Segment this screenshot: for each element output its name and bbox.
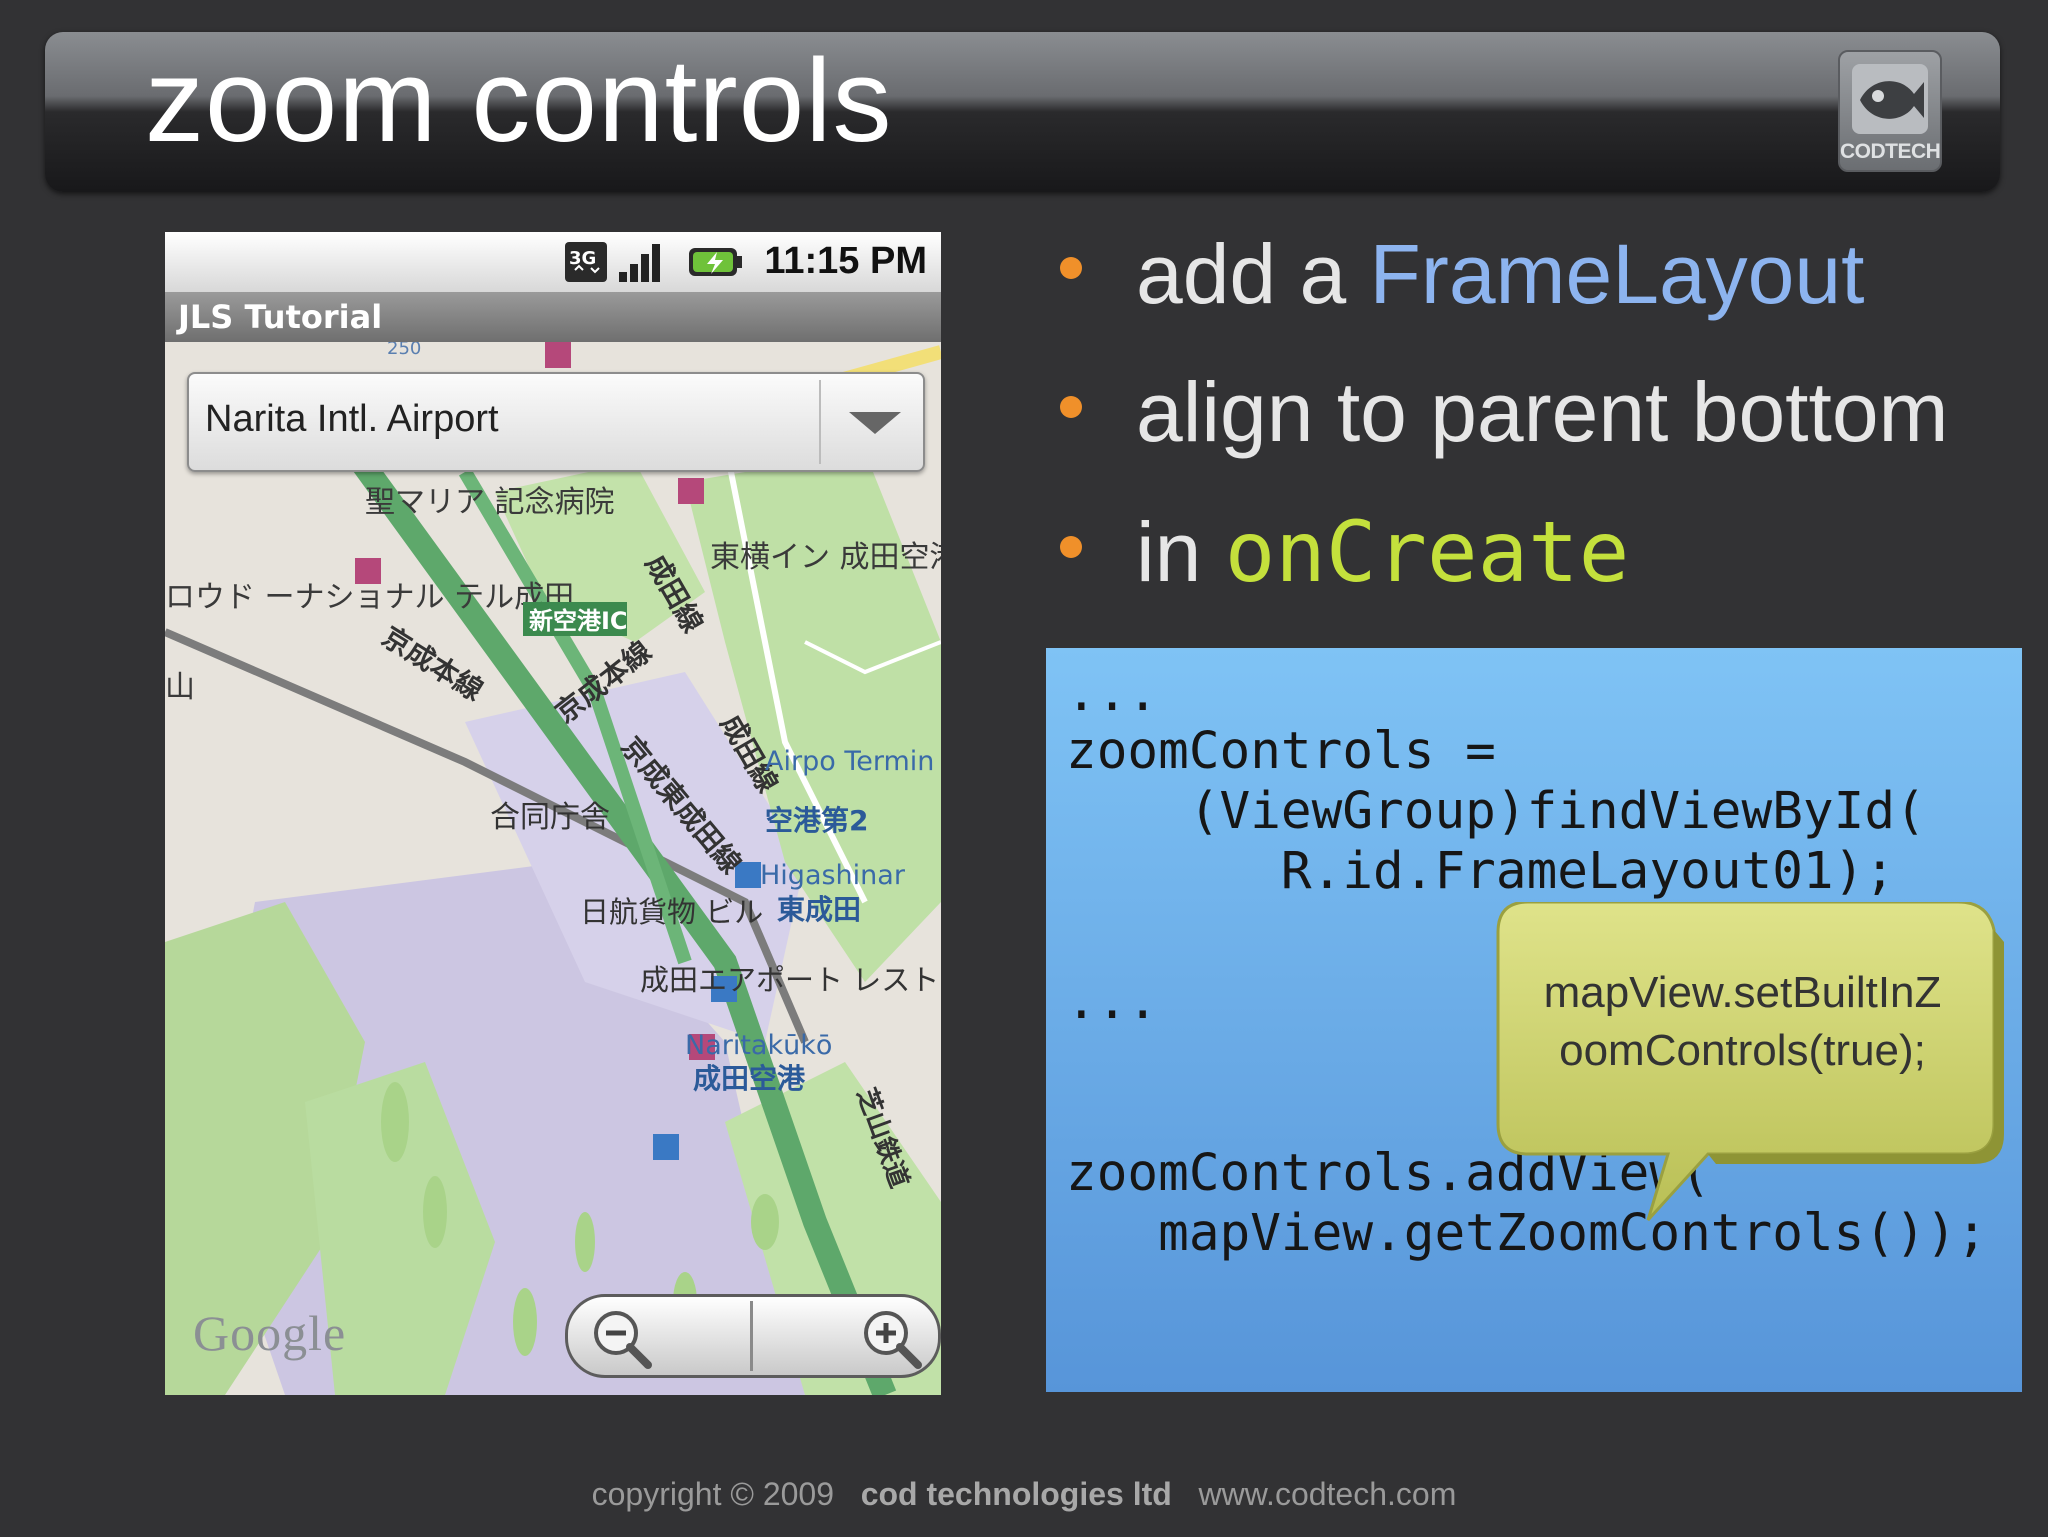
slide-title: zoom controls [145,35,893,167]
bullet-item-3: in onCreate [1136,503,1630,601]
label-naritakuko-jp: 成田空港 [693,1062,806,1095]
footer-url[interactable]: www.codtech.com [1198,1476,1456,1512]
label-naritakuko-en: Naritakūkō [685,1030,832,1061]
bullet-dot [1060,396,1082,418]
zoom-in-icon[interactable] [858,1305,924,1371]
label-crowne: ロウド ーナショナル テル成田 [165,580,574,615]
bullet-item-2: align to parent bottom [1136,365,1949,459]
title-bar: zoom controls CODTECH [45,32,2000,192]
bullet-item-1: add a FrameLayout [1136,227,1865,321]
code-line: (ViewGroup)findViewById( [1066,782,1926,841]
status-bar: 3G 11:15 PM [165,232,941,292]
fish-logo-icon [1852,64,1928,134]
label-higashinarita-en: Higashinar [760,860,906,891]
map-view[interactable]: 聖マリア 記念病院 東横イン 成田空港 ロウド ーナショナル テル成田 山 新空… [165,342,941,1395]
bullet-dot [1060,536,1082,558]
code-line: zoomControls = [1066,722,1496,781]
svg-text:3G: 3G [569,248,596,269]
label-gov-office: 合同庁舎 [490,800,610,835]
footer: copyright © 2009 cod technologies ltd ww… [0,1476,2048,1513]
label-terminal-en: Airpo Termin [765,746,934,777]
zoom-controls [565,1294,941,1378]
app-title: JLS Tutorial [178,298,383,336]
label-hotel: 東横イン 成田空港 [710,540,941,575]
label-mountain: 山 [165,670,195,705]
footer-copyright: copyright © 2009 [591,1476,835,1512]
label-hospital: 聖マリア 記念病院 [365,485,615,520]
status-time: 11:15 PM [764,240,927,282]
framelayout-keyword: FrameLayout [1369,227,1865,321]
app-title-bar: JLS Tutorial [165,292,941,342]
label-jal-cargo: 日航貨物 ビル [580,895,763,929]
label-higashinarita-jp: 東成田 [777,893,861,926]
label-ic: 新空港IC [529,607,628,635]
label-restaurant: 成田エアポート レストハウス [640,963,941,997]
phone-screenshot: 聖マリア 記念病院 東横イン 成田空港 ロウド ーナショナル テル成田 山 新空… [165,232,941,1395]
3g-data-icon: 3G [565,242,607,282]
battery-charging-icon [689,248,742,276]
footer-company: cod technologies ltd [860,1476,1172,1512]
codtech-logo: CODTECH [1838,50,1942,172]
logo-text: CODTECH [1840,140,1941,163]
bullet-dot [1060,257,1082,279]
code-line: R.id.FrameLayout01); [1066,842,1896,901]
zoom-divider [750,1301,753,1371]
zoom-out-icon[interactable] [588,1305,654,1371]
code-line: ... [1066,664,1159,723]
callout-text: mapView.setBuiltInZ oomControls(true); [1543,968,1942,1075]
location-spinner[interactable]: Narita Intl. Airport [187,372,925,472]
spinner-value: Narita Intl. Airport [205,398,499,440]
oncreate-keyword: onCreate [1224,503,1630,601]
spinner-divider [819,380,821,464]
label-route-250: 250 [387,342,421,359]
google-logo: Google [193,1305,347,1361]
signal-strength-icon [619,244,660,282]
dropdown-arrow-icon[interactable] [849,412,901,434]
label-terminal-jp: 空港第2 [765,804,868,837]
code-line: ... [1066,972,1159,1031]
